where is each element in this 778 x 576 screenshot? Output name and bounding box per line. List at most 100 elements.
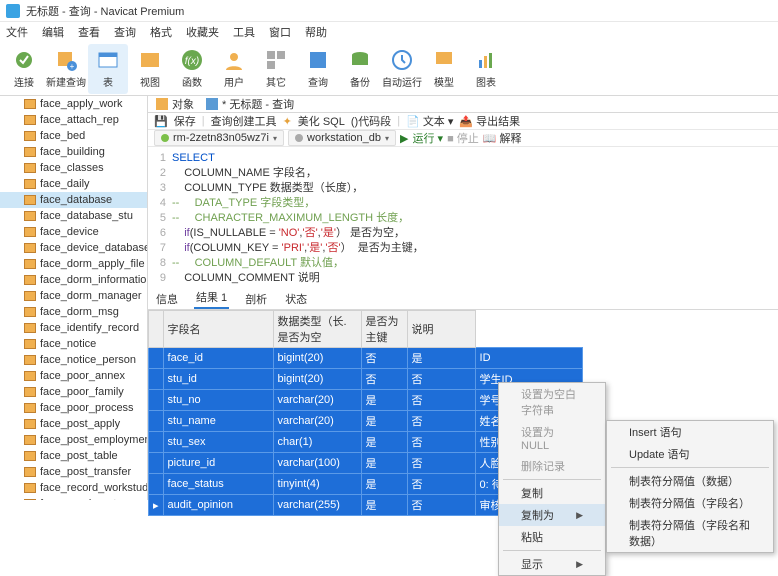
db-icon [295, 134, 303, 142]
context-submenu-copy-as[interactable]: Insert 语句Update 语句制表符分隔值（数据）制表符分隔值（字段名）制… [606, 420, 774, 553]
tree-item[interactable]: face_classes [0, 160, 147, 176]
tree-item[interactable]: face_dorm_msg [0, 304, 147, 320]
menu-item[interactable]: 显示▶ [499, 553, 605, 575]
tree-item[interactable]: face_identify_record [0, 320, 147, 336]
toolbar-chart[interactable]: 图表 [466, 44, 506, 94]
table-icon [24, 163, 36, 173]
table-row[interactable]: face_idbigint(20)否是ID [149, 348, 583, 369]
stop-button[interactable]: ■ 停止 [447, 130, 479, 146]
menu-编辑[interactable]: 编辑 [42, 24, 64, 40]
toolbar-newquery[interactable]: +新建查询 [46, 44, 86, 94]
query-icon [306, 48, 330, 72]
text-button[interactable]: 📄 文本 ▾ [406, 113, 453, 129]
save-button[interactable]: 保存 [174, 113, 196, 129]
menu-item[interactable]: 制表符分隔值（数据） [607, 470, 773, 492]
tree-item[interactable]: face_attach_rep [0, 112, 147, 128]
toolbar-fx[interactable]: f(x)函数 [172, 44, 212, 94]
tree-item[interactable]: face_apply_work [0, 96, 147, 112]
toolbar-model[interactable]: 模型 [424, 44, 464, 94]
sql-editor[interactable]: 1SELECT2 COLUMN_NAME 字段名，3 COLUMN_TYPE 数… [148, 147, 778, 290]
tree-item[interactable]: face_dorm_information [0, 272, 147, 288]
menu-格式[interactable]: 格式 [150, 24, 172, 40]
table-icon [24, 403, 36, 413]
menu-item[interactable]: 复制为▶ [499, 504, 605, 526]
toolbar-auto[interactable]: 自动运行 [382, 44, 422, 94]
table-icon [24, 179, 36, 189]
tree-item[interactable]: face_building [0, 144, 147, 160]
tree-item[interactable]: face_repair_note [0, 496, 147, 500]
tree-item[interactable]: face_poor_annex [0, 368, 147, 384]
export-button[interactable]: 📤 导出结果 [459, 113, 520, 129]
menu-item[interactable]: 粘贴 [499, 526, 605, 548]
connection-bar: rm-2zetn83n05wz7i▾ workstation_db▾ ▶ 运行 … [148, 130, 778, 147]
menu-文件[interactable]: 文件 [6, 24, 28, 40]
table-icon [24, 387, 36, 397]
column-header[interactable]: 字段名 [163, 311, 273, 348]
table-icon [24, 259, 36, 269]
tab-current-query[interactable]: * 无标题 - 查询 [206, 96, 294, 112]
tree-item[interactable]: face_dorm_manager [0, 288, 147, 304]
run-button[interactable]: 运行 ▾ [413, 130, 444, 146]
tab-info[interactable]: 信息 [154, 289, 180, 309]
explain-button[interactable]: 📖 解释 [483, 130, 522, 146]
menu-帮助[interactable]: 帮助 [305, 24, 327, 40]
table-icon [24, 339, 36, 349]
menu-查看[interactable]: 查看 [78, 24, 100, 40]
tree-item[interactable]: face_poor_family [0, 384, 147, 400]
menu-收藏夹[interactable]: 收藏夹 [186, 24, 219, 40]
tab-status[interactable]: 状态 [283, 289, 309, 309]
toolbar-view[interactable]: 视图 [130, 44, 170, 94]
toolbar-backup[interactable]: 备份 [340, 44, 380, 94]
tree-item[interactable]: face_bed [0, 128, 147, 144]
codeseg-button[interactable]: ()​代码段 [351, 113, 391, 129]
menu-工具[interactable]: 工具 [233, 24, 255, 40]
tree-item[interactable]: face_post_table [0, 448, 147, 464]
query-builder-button[interactable]: 查询创建工具 [211, 113, 277, 129]
menu-item[interactable]: 复制 [499, 482, 605, 504]
database-chip[interactable]: workstation_db▾ [288, 130, 396, 146]
svg-text:+: + [70, 62, 75, 71]
table-icon [24, 99, 36, 109]
auto-icon [390, 48, 414, 72]
tab-profile[interactable]: 剖析 [243, 289, 269, 309]
editor-tabs: 对象 * 无标题 - 查询 [148, 96, 778, 113]
toolbar-connect[interactable]: 连接 [4, 44, 44, 94]
tree-item[interactable]: face_device [0, 224, 147, 240]
tree-item[interactable]: face_post_apply [0, 416, 147, 432]
tree-item[interactable]: face_record_workstudy [0, 480, 147, 496]
object-tree[interactable]: face_apply_workface_attach_repface_bedfa… [0, 96, 148, 500]
column-header[interactable]: 是否为主键 [361, 311, 407, 348]
tree-item[interactable]: face_post_employmen [0, 432, 147, 448]
tree-item[interactable]: face_post_transfer [0, 464, 147, 480]
tree-item[interactable]: face_daily [0, 176, 147, 192]
tab-objects[interactable]: 对象 [156, 96, 194, 112]
toolbar-table[interactable]: 表 [88, 44, 128, 94]
menu-item[interactable]: 制表符分隔值（字段名） [607, 492, 773, 514]
toolbar-query[interactable]: 查询 [298, 44, 338, 94]
column-header[interactable]: 数据类型（长. 是否为空 [273, 311, 361, 348]
menu-item[interactable]: Insert 语句 [607, 421, 773, 443]
table-icon [24, 195, 36, 205]
context-menu[interactable]: 设置为空白字符串设置为 NULL删除记录复制复制为▶粘贴显示▶ [498, 382, 606, 576]
table-icon [24, 419, 36, 429]
menu-item[interactable]: 制表符分隔值（字段名和数据） [607, 514, 773, 552]
tree-item[interactable]: face_notice_person [0, 352, 147, 368]
beautify-button[interactable]: 美化 SQL [298, 113, 345, 129]
table-icon [24, 211, 36, 221]
toolbar-user[interactable]: 用户 [214, 44, 254, 94]
tree-item[interactable]: face_notice [0, 336, 147, 352]
tree-item[interactable]: face_poor_process [0, 400, 147, 416]
tree-item[interactable]: face_database [0, 192, 147, 208]
tab-result[interactable]: 结果 1 [194, 287, 229, 309]
save-icon[interactable]: 💾 [154, 115, 168, 128]
tree-item[interactable]: face_database_stu [0, 208, 147, 224]
column-header[interactable]: 说明 [407, 311, 475, 348]
tree-item[interactable]: face_device_database [0, 240, 147, 256]
server-chip[interactable]: rm-2zetn83n05wz7i▾ [154, 130, 284, 146]
menu-查询[interactable]: 查询 [114, 24, 136, 40]
toolbar-other[interactable]: 其它 [256, 44, 296, 94]
menu-item[interactable]: Update 语句 [607, 443, 773, 465]
tree-item[interactable]: face_dorm_apply_file [0, 256, 147, 272]
table-icon [24, 275, 36, 285]
menu-窗口[interactable]: 窗口 [269, 24, 291, 40]
